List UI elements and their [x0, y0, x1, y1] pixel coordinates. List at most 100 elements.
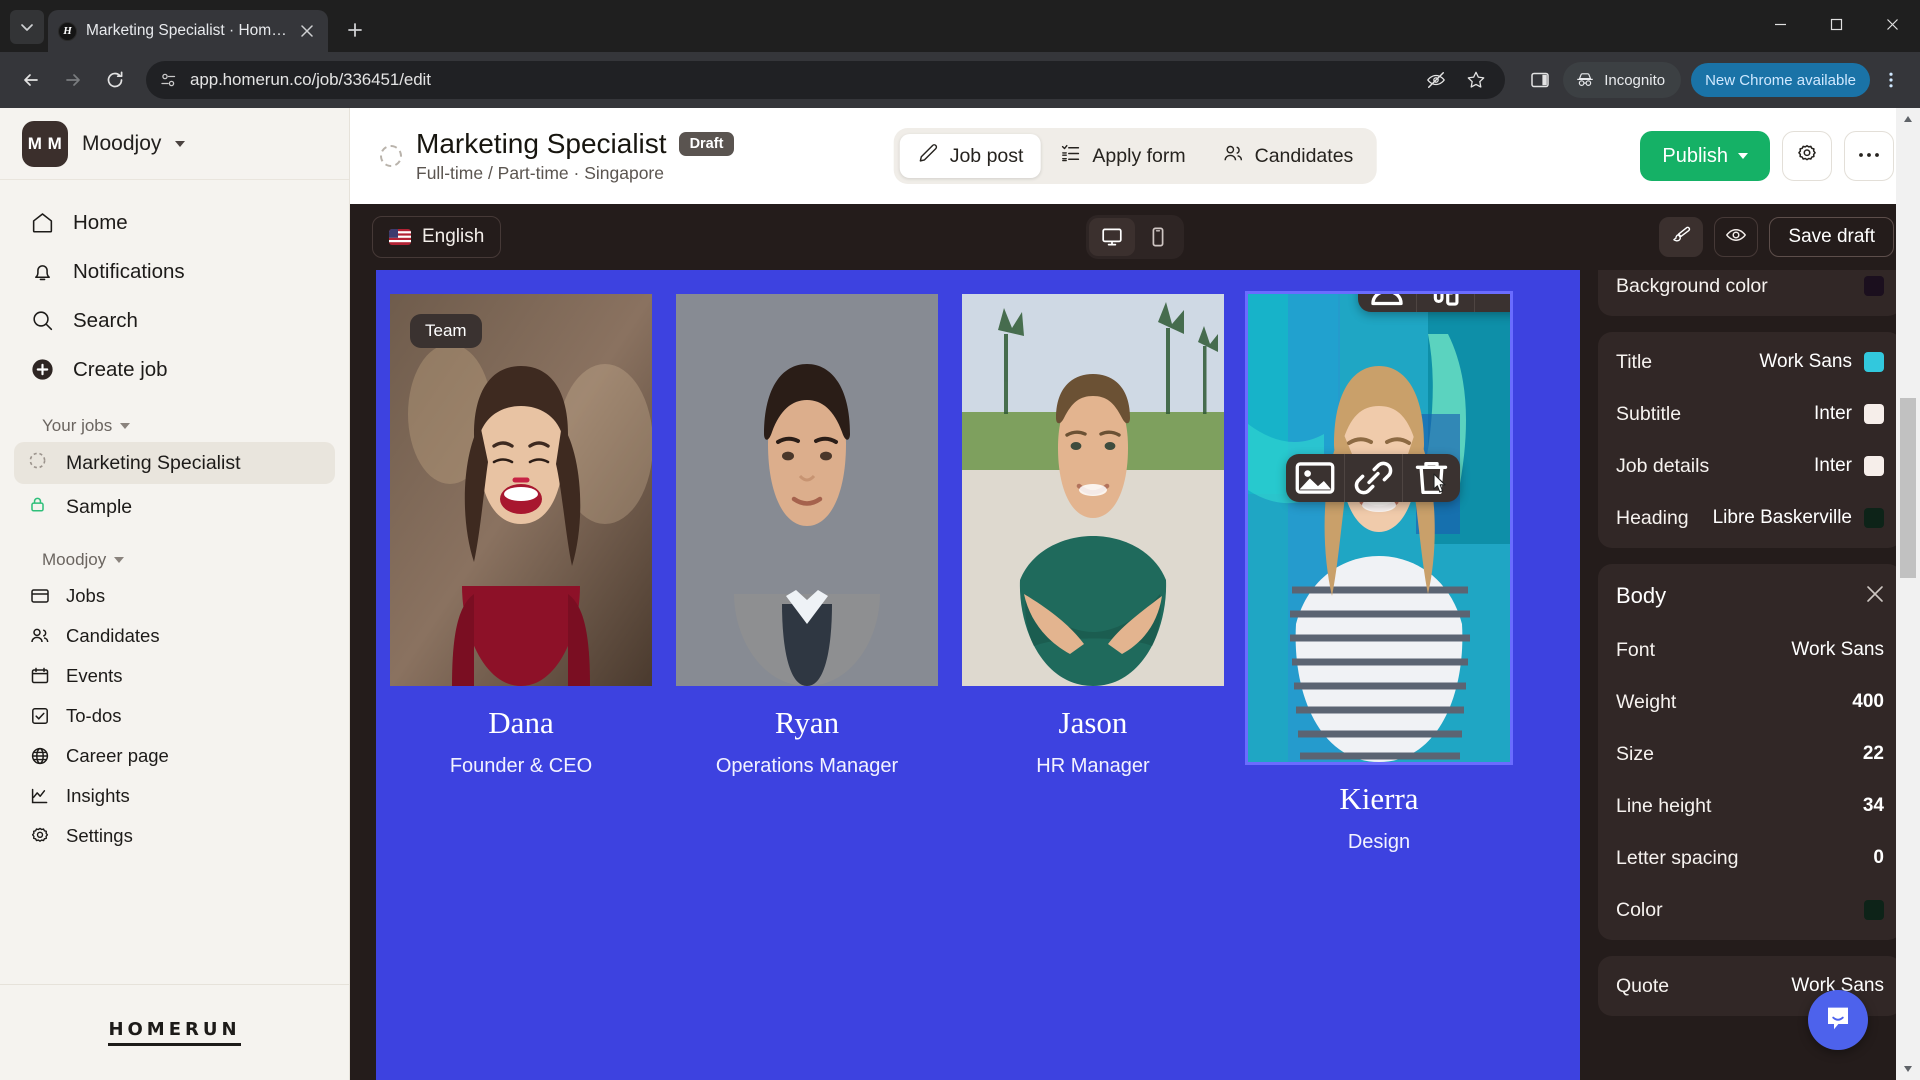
tab-apply-form[interactable]: Apply form: [1042, 134, 1202, 178]
maximize-icon[interactable]: [1808, 0, 1864, 48]
tracking-protection-icon[interactable]: [1421, 65, 1451, 95]
sidebar-item-candidates[interactable]: Candidates: [14, 616, 335, 656]
team-member-card[interactable]: Team Dana Founder & CEO: [390, 294, 652, 854]
save-draft-label: Save draft: [1788, 226, 1875, 247]
color-swatch[interactable]: [1864, 404, 1884, 424]
back-button[interactable]: [12, 61, 50, 99]
site-settings-icon: [161, 73, 176, 87]
your-jobs-group-header[interactable]: Your jobs: [14, 416, 335, 436]
org-switcher[interactable]: M M Moodjoy: [0, 108, 349, 180]
color-swatch[interactable]: [1864, 900, 1884, 920]
sidebar-item-label: Insights: [66, 785, 130, 806]
browser-tab[interactable]: H Marketing Specialist · Homerun: [48, 10, 328, 52]
reload-button[interactable]: [96, 61, 134, 99]
job-more-button[interactable]: [1844, 131, 1894, 181]
save-draft-button[interactable]: Save draft: [1769, 217, 1894, 257]
color-swatch[interactable]: [1864, 276, 1884, 296]
typography-row-title[interactable]: Title Work Sans: [1598, 336, 1902, 388]
sidebar-item-jobs[interactable]: Jobs: [14, 576, 335, 616]
tab-candidates[interactable]: Candidates: [1205, 134, 1371, 178]
mobile-icon[interactable]: [1135, 218, 1181, 256]
body-row-size[interactable]: Size 22: [1598, 728, 1902, 780]
body-row-weight[interactable]: Weight 400: [1598, 676, 1902, 728]
side-panel-icon[interactable]: [1521, 61, 1559, 99]
member-photo[interactable]: [1245, 291, 1513, 765]
chrome-menu-icon[interactable]: [1874, 61, 1908, 99]
page-scrollbar-thumb[interactable]: [1900, 398, 1916, 578]
background-color-row[interactable]: Background color: [1598, 270, 1902, 312]
editor-body: Team Dana Founder & CEO Ryan Operations …: [350, 270, 1920, 1080]
forward-button[interactable]: [54, 61, 92, 99]
workspace-group-header[interactable]: Moodjoy: [14, 550, 335, 570]
page-scroll-down-arrow-icon[interactable]: [1896, 1058, 1920, 1080]
sidebar-item-notifications[interactable]: Notifications: [14, 247, 335, 296]
preview-button[interactable]: [1714, 217, 1759, 257]
block-toolbar: [1358, 294, 1510, 312]
desktop-icon[interactable]: [1089, 218, 1135, 256]
intercom-chat-button[interactable]: [1808, 990, 1868, 1050]
minimize-icon[interactable]: [1752, 0, 1808, 48]
typography-row-subtitle[interactable]: Subtitle Inter: [1598, 388, 1902, 440]
sidebar-item-insights[interactable]: Insights: [14, 776, 335, 816]
job-settings-button[interactable]: [1782, 131, 1832, 181]
sidebar-item-settings[interactable]: Settings: [14, 816, 335, 856]
color-swatch[interactable]: [1864, 456, 1884, 476]
tab-search-button[interactable]: [10, 10, 44, 44]
team-member-card-selected[interactable]: Kierra Design: [1245, 291, 1513, 854]
sidebar-item-events[interactable]: Events: [14, 656, 335, 696]
section-chip[interactable]: Team: [410, 314, 482, 348]
incognito-indicator[interactable]: Incognito: [1563, 62, 1682, 98]
close-icon[interactable]: [1866, 585, 1884, 607]
row-value: Work Sans: [1791, 639, 1884, 660]
body-row-color[interactable]: Color: [1598, 884, 1902, 936]
address-bar[interactable]: app.homerun.co/job/336451/edit: [146, 61, 1506, 99]
color-swatch[interactable]: [1864, 352, 1884, 372]
team-member-card[interactable]: Jason HR Manager: [962, 294, 1224, 854]
trash-icon[interactable]: [1402, 454, 1460, 502]
body-row-letter-spacing[interactable]: Letter spacing 0: [1598, 832, 1902, 884]
image-icon[interactable]: [1286, 454, 1344, 502]
canvas-viewport: Team Dana Founder & CEO Ryan Operations …: [350, 270, 1580, 1080]
sidebar-item-label: Settings: [66, 825, 133, 846]
body-row-line-height[interactable]: Line height 34: [1598, 780, 1902, 832]
page-content: M M Moodjoy Home Notifications Search Cr…: [0, 108, 1920, 1080]
globe-icon: [28, 745, 52, 767]
sidebar-item-home[interactable]: Home: [14, 198, 335, 247]
close-window-icon[interactable]: [1864, 0, 1920, 48]
member-photo[interactable]: [676, 294, 938, 686]
new-tab-button[interactable]: [338, 13, 372, 47]
sidebar-item-create-job[interactable]: Create job: [14, 345, 335, 394]
language-selector[interactable]: English: [372, 216, 502, 258]
bookmark-star-icon[interactable]: [1461, 65, 1491, 95]
tab-job-post[interactable]: Job post: [899, 134, 1041, 178]
sidebar-job-sample[interactable]: Sample: [14, 486, 335, 528]
sidebar-item-todos[interactable]: To-dos: [14, 696, 335, 736]
typography-row-job-details[interactable]: Job details Inter: [1598, 440, 1902, 492]
sidebar-primary-nav: Home Notifications Search Create job You…: [0, 180, 349, 856]
sidebar-job-marketing-specialist[interactable]: Marketing Specialist: [14, 442, 335, 484]
sidebar-item-search[interactable]: Search: [14, 296, 335, 345]
tab-close-icon[interactable]: [296, 20, 318, 42]
link-icon[interactable]: [1344, 454, 1402, 502]
publish-button[interactable]: Publish: [1640, 131, 1770, 181]
page-scrollbar[interactable]: [1896, 108, 1920, 1080]
color-swatch[interactable]: [1864, 508, 1884, 528]
person-block-icon[interactable]: [1358, 294, 1416, 312]
brush-button[interactable]: [1659, 217, 1704, 257]
row-value: Inter: [1813, 403, 1852, 424]
chrome-update-button[interactable]: New Chrome available: [1691, 63, 1870, 97]
typography-row-heading[interactable]: Heading Libre Baskerville: [1598, 492, 1902, 544]
row-label: Subtitle: [1616, 402, 1682, 425]
ellipsis-icon[interactable]: [1474, 294, 1510, 312]
sidebar-item-label: Jobs: [66, 585, 106, 606]
tab-label: Candidates: [1254, 144, 1354, 167]
style-pencil-icon[interactable]: [1416, 294, 1474, 312]
member-photo[interactable]: [962, 294, 1224, 686]
sidebar-item-career-page[interactable]: Career page: [14, 736, 335, 776]
member-photo[interactable]: Team: [390, 294, 652, 686]
page-scroll-up-arrow-icon[interactable]: [1896, 108, 1920, 130]
body-row-font[interactable]: Font Work Sans: [1598, 624, 1902, 676]
job-post-canvas[interactable]: Team Dana Founder & CEO Ryan Operations …: [376, 270, 1580, 1080]
team-member-card[interactable]: Ryan Operations Manager: [676, 294, 938, 854]
calendar-icon: [28, 665, 52, 687]
